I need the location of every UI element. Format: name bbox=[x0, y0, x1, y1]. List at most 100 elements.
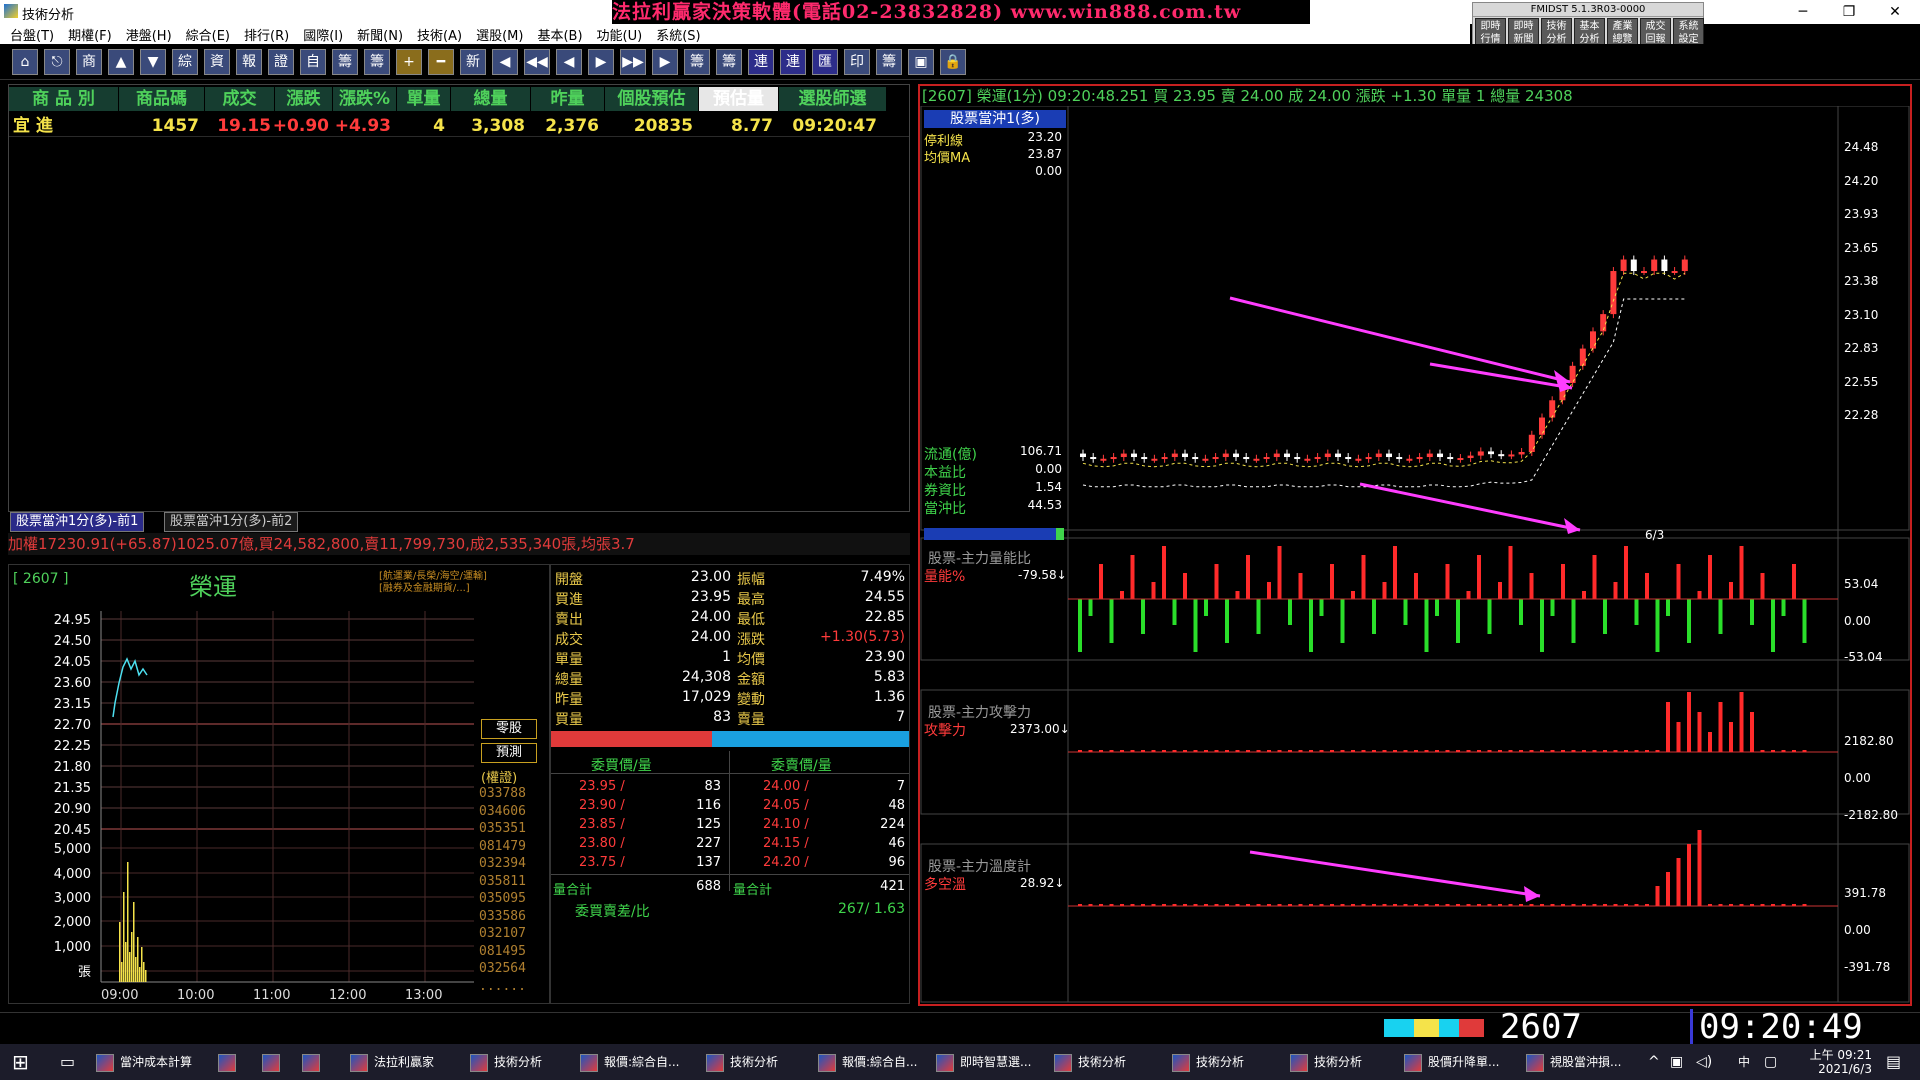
tray-keyboard-icon[interactable]: ▢ bbox=[1764, 1048, 1777, 1076]
column-header-2[interactable]: 成交 bbox=[205, 87, 275, 111]
menu-item-3[interactable]: 綜合(E) bbox=[186, 25, 230, 44]
toolbar-button-22[interactable]: 籌 bbox=[716, 49, 742, 75]
taskbar-item-1[interactable] bbox=[218, 1048, 242, 1076]
taskbar-item-3[interactable] bbox=[302, 1048, 326, 1076]
toolbar-button-7[interactable]: 報 bbox=[236, 49, 262, 75]
kline-chart[interactable] bbox=[920, 106, 1910, 1004]
tray-chevron-icon[interactable]: ^ bbox=[1648, 1048, 1660, 1076]
taskbar-item-8[interactable]: 報價:綜合自... bbox=[818, 1048, 918, 1076]
toolbar-button-26[interactable]: 印 bbox=[844, 49, 870, 75]
tray-network-icon[interactable]: ▣ bbox=[1670, 1048, 1683, 1076]
ask-price[interactable]: 24.20 / bbox=[763, 855, 809, 870]
warrant-code[interactable]: 033788 bbox=[479, 785, 526, 803]
toolbar-button-4[interactable]: ▼ bbox=[140, 49, 166, 75]
taskbar-item-11[interactable]: 技術分析 bbox=[1172, 1048, 1244, 1076]
warrant-code[interactable]: 033586 bbox=[479, 908, 526, 926]
menu-item-11[interactable]: 系統(S) bbox=[656, 25, 700, 44]
toolbar-button-15[interactable]: ◀ bbox=[492, 49, 518, 75]
menu-item-4[interactable]: 排行(R) bbox=[244, 25, 289, 44]
windows-start-icon[interactable]: ⊞ bbox=[12, 1048, 29, 1076]
toolbar-button-12[interactable]: + bbox=[396, 49, 422, 75]
tray-volume-icon[interactable]: ◁) bbox=[1696, 1048, 1712, 1076]
bid-price[interactable]: 23.80 / bbox=[579, 836, 625, 851]
minimize-button[interactable]: ─ bbox=[1780, 0, 1826, 24]
column-header-8[interactable]: 個股預估 bbox=[605, 87, 699, 111]
toolbar-button-10[interactable]: 籌 bbox=[332, 49, 358, 75]
bid-price[interactable]: 23.75 / bbox=[579, 855, 625, 870]
fmdist-button-4[interactable]: 產業 總覽 bbox=[1607, 18, 1638, 46]
column-header-6[interactable]: 總量 bbox=[451, 87, 531, 111]
warrant-code[interactable]: 035811 bbox=[479, 873, 526, 891]
warrant-code[interactable]: 035351 bbox=[479, 820, 526, 838]
fmdist-button-6[interactable]: 系統 設定 bbox=[1673, 18, 1704, 46]
close-button[interactable]: ✕ bbox=[1872, 0, 1918, 24]
odd-lot-button[interactable]: 零股 bbox=[481, 719, 537, 739]
toolbar-button-24[interactable]: 連 bbox=[780, 49, 806, 75]
taskbar-item-6[interactable]: 報價:綜合自... bbox=[580, 1048, 680, 1076]
warrant-code[interactable]: 032107 bbox=[479, 925, 526, 943]
toolbar-button-3[interactable]: ▲ bbox=[108, 49, 134, 75]
menu-item-7[interactable]: 技術(A) bbox=[417, 25, 462, 44]
toolbar-button-21[interactable]: 籌 bbox=[684, 49, 710, 75]
toolbar-button-16[interactable]: ◀◀ bbox=[524, 49, 550, 75]
taskbar-item-2[interactable] bbox=[262, 1048, 286, 1076]
column-header-4[interactable]: 漲跌% bbox=[333, 87, 397, 111]
tab-daytrade-2[interactable]: 股票當沖1分(多)-前2 bbox=[164, 512, 299, 532]
warrant-code[interactable]: 032564 bbox=[479, 960, 526, 978]
menu-item-1[interactable]: 期權(F) bbox=[68, 25, 112, 44]
taskbar-item-10[interactable]: 技術分析 bbox=[1054, 1048, 1126, 1076]
column-header-5[interactable]: 單量 bbox=[397, 87, 451, 111]
column-header-0[interactable]: 商 品 別 bbox=[9, 87, 119, 111]
menu-item-5[interactable]: 國際(I) bbox=[303, 25, 343, 44]
toolbar-button-25[interactable]: 匯 bbox=[812, 49, 838, 75]
toolbar-button-0[interactable]: ⌂ bbox=[12, 49, 38, 75]
menu-item-2[interactable]: 港盤(H) bbox=[126, 25, 172, 44]
toolbar-button-17[interactable]: ◀ bbox=[556, 49, 582, 75]
taskbar-item-0[interactable]: 當沖成本計算 bbox=[96, 1048, 192, 1076]
system-clock[interactable]: 上午 09:21 2021/6/3 bbox=[1800, 1048, 1872, 1076]
fmdist-button-3[interactable]: 基本 分析 bbox=[1574, 18, 1605, 46]
notification-icon[interactable]: ▤ bbox=[1886, 1048, 1901, 1076]
toolbar-button-11[interactable]: 籌 bbox=[364, 49, 390, 75]
menu-item-0[interactable]: 台盤(T) bbox=[10, 25, 54, 44]
tab-daytrade-1[interactable]: 股票當沖1分(多)-前1 bbox=[10, 512, 145, 532]
menu-item-6[interactable]: 新聞(N) bbox=[357, 25, 403, 44]
ime-indicator[interactable]: 中 bbox=[1738, 1048, 1750, 1076]
toolbar-button-23[interactable]: 連 bbox=[748, 49, 774, 75]
toolbar-button-2[interactable]: 商 bbox=[76, 49, 102, 75]
taskbar-item-5[interactable]: 技術分析 bbox=[470, 1048, 542, 1076]
toolbar-button-14[interactable]: 新 bbox=[460, 49, 486, 75]
ask-price[interactable]: 24.05 / bbox=[763, 798, 809, 813]
toolbar-button-27[interactable]: 籌 bbox=[876, 49, 902, 75]
warrant-code[interactable]: 081479 bbox=[479, 838, 526, 856]
toolbar-button-29[interactable]: 🔒 bbox=[940, 49, 966, 75]
taskbar-item-12[interactable]: 技術分析 bbox=[1290, 1048, 1362, 1076]
menu-item-9[interactable]: 基本(B) bbox=[537, 25, 582, 44]
toolbar-button-18[interactable]: ▶ bbox=[588, 49, 614, 75]
toolbar-button-6[interactable]: 資 bbox=[204, 49, 230, 75]
ask-price[interactable]: 24.10 / bbox=[763, 817, 809, 832]
warrant-code[interactable]: 034606 bbox=[479, 803, 526, 821]
menu-item-8[interactable]: 選股(M) bbox=[476, 25, 523, 44]
taskbar-item-13[interactable]: 股價升降單... bbox=[1404, 1048, 1499, 1076]
taskbar-item-4[interactable]: 法拉利贏家 bbox=[350, 1048, 434, 1076]
toolbar-button-19[interactable]: ▶▶ bbox=[620, 49, 646, 75]
task-view-icon[interactable]: ▭ bbox=[60, 1048, 75, 1076]
toolbar-button-9[interactable]: 自 bbox=[300, 49, 326, 75]
column-header-10[interactable]: 選股師選 bbox=[779, 87, 887, 111]
ask-price[interactable]: 24.15 / bbox=[763, 836, 809, 851]
fmdist-button-5[interactable]: 成交 回報 bbox=[1640, 18, 1671, 46]
bid-price[interactable]: 23.85 / bbox=[579, 817, 625, 832]
toolbar-button-28[interactable]: ▣ bbox=[908, 49, 934, 75]
column-header-3[interactable]: 漲跌 bbox=[275, 87, 333, 111]
table-row[interactable]: 宜 進 1457 19.15 +0.90 +4.93 4 3,308 2,376… bbox=[9, 115, 909, 137]
fmdist-button-1[interactable]: 即時 新聞 bbox=[1508, 18, 1539, 46]
indicator-title[interactable]: 股票當沖1(多) bbox=[924, 110, 1066, 128]
warrant-code[interactable]: ...... bbox=[479, 978, 526, 996]
warrant-code[interactable]: 032394 bbox=[479, 855, 526, 873]
taskbar-item-9[interactable]: 即時智慧選... bbox=[936, 1048, 1031, 1076]
toolbar-button-1[interactable]: ⎋ bbox=[44, 49, 70, 75]
bid-price[interactable]: 23.90 / bbox=[579, 798, 625, 813]
warrant-code[interactable]: 081495 bbox=[479, 943, 526, 961]
toolbar-button-8[interactable]: 證 bbox=[268, 49, 294, 75]
